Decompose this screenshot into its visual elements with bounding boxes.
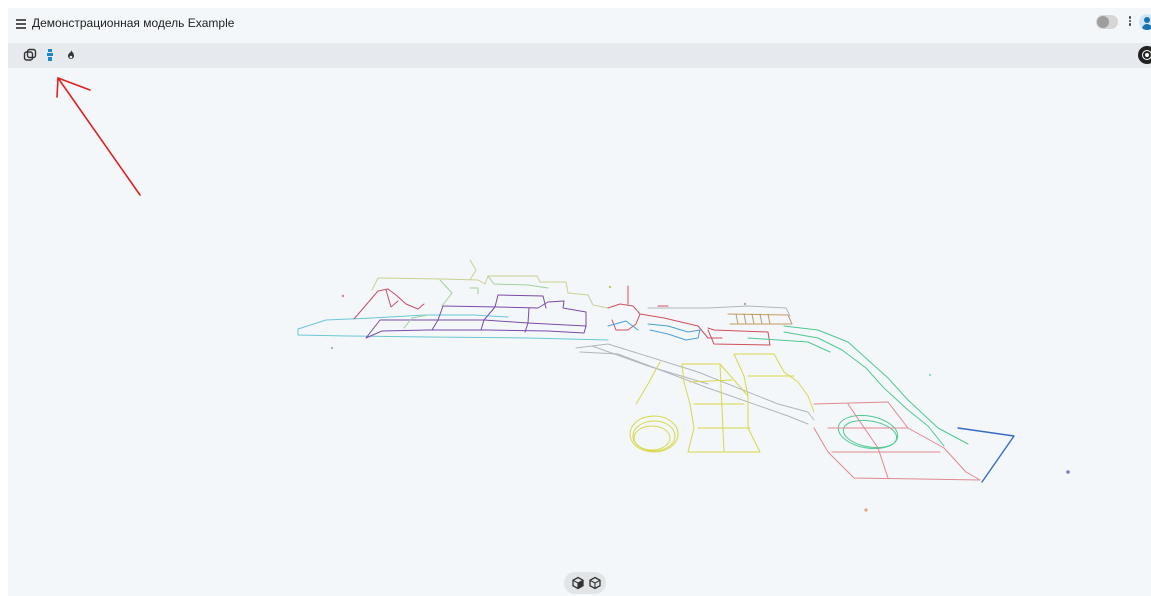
more-vert-icon[interactable]: [1127, 15, 1133, 29]
network-ring: [633, 425, 671, 451]
page-title: Демонстрационная модель Example: [32, 16, 235, 30]
toolbar: [8, 43, 1151, 68]
network-line: [719, 363, 725, 453]
toggle-switch[interactable]: [1096, 15, 1118, 29]
network-line: [431, 305, 444, 331]
network-line: [297, 314, 509, 330]
network-line: [524, 307, 530, 333]
hamburger-menu-icon[interactable]: [14, 15, 30, 31]
network-line: [767, 313, 771, 325]
fire-icon[interactable]: [63, 47, 79, 63]
network-line: [735, 313, 739, 325]
network-line: [579, 351, 809, 425]
network-line: [497, 294, 547, 309]
network-line: [813, 401, 981, 481]
cube-outline-icon[interactable]: [588, 576, 602, 590]
point-marker: [608, 285, 612, 289]
point-marker: [341, 294, 345, 298]
view-controls: [564, 572, 606, 594]
3d-viewport[interactable]: [8, 68, 1151, 596]
network-line: [353, 288, 425, 320]
point-marker: [743, 302, 747, 306]
network-line: [847, 403, 889, 479]
network-line: [707, 327, 771, 346]
top-bar: Демонстрационная модель Example: [8, 8, 1151, 38]
point-marker: [928, 373, 932, 377]
network-line: [487, 275, 549, 289]
network-line: [469, 259, 477, 281]
cube-3d-icon[interactable]: [571, 576, 585, 590]
network-line: [403, 314, 429, 329]
network-line: [743, 313, 747, 325]
target-icon[interactable]: [1138, 46, 1151, 64]
point-marker: [1066, 470, 1070, 474]
network-line: [647, 323, 701, 341]
point-marker: [330, 346, 334, 350]
point-marker: [864, 508, 868, 512]
network-line: [733, 353, 815, 413]
user-avatar-icon[interactable]: [1139, 14, 1151, 30]
network-line: [957, 427, 1015, 483]
network-line: [751, 313, 755, 325]
network-line: [783, 331, 945, 447]
network-line: [365, 319, 587, 339]
annotation-arrow: [56, 77, 141, 196]
pipes-icon[interactable]: [42, 47, 58, 63]
network-ring: [842, 419, 898, 449]
network-line: [591, 345, 709, 385]
network-line: [371, 275, 609, 309]
app-window: Демонстрационная модель Example: [8, 8, 1151, 596]
network-line: [480, 294, 499, 331]
network-line: [297, 328, 609, 341]
network-line: [439, 279, 453, 307]
network-line: [469, 287, 479, 295]
layers-icon[interactable]: [22, 47, 38, 63]
network-line: [759, 313, 763, 325]
network-line: [635, 361, 661, 405]
network-line: [607, 303, 641, 331]
